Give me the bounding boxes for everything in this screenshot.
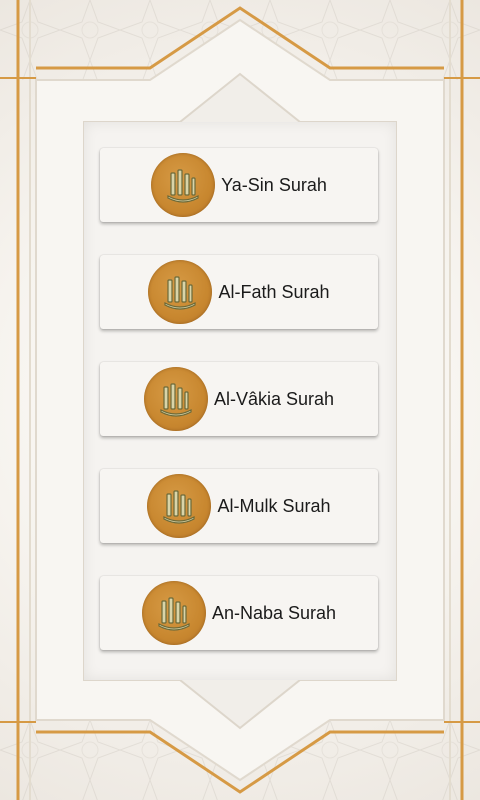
allah-calligraphy-icon	[148, 260, 213, 324]
surah-label: An-Naba Surah	[211, 602, 337, 623]
allah-calligraphy-icon	[143, 367, 208, 431]
surah-button-an-naba[interactable]: An-Naba Surah	[100, 576, 378, 650]
surah-label: Al-Fath Surah	[218, 281, 330, 302]
allah-calligraphy-icon	[147, 474, 212, 538]
surah-button-al-fath[interactable]: Al-Fath Surah	[100, 255, 378, 329]
surah-label: Al-Vâkia Surah	[213, 388, 335, 409]
surah-list: Ya-Sin Surah Al-Fath Surah Al-Vâkia Sura…	[100, 148, 378, 650]
allah-calligraphy-icon	[141, 581, 206, 645]
surah-button-al-mulk[interactable]: Al-Mulk Surah	[100, 469, 378, 543]
surah-label: Ya-Sin Surah	[221, 174, 327, 195]
surah-button-ya-sin[interactable]: Ya-Sin Surah	[100, 148, 378, 222]
allah-calligraphy-icon	[151, 153, 216, 217]
surah-button-al-vakia[interactable]: Al-Vâkia Surah	[100, 362, 378, 436]
surah-label: Al-Mulk Surah	[217, 495, 331, 516]
